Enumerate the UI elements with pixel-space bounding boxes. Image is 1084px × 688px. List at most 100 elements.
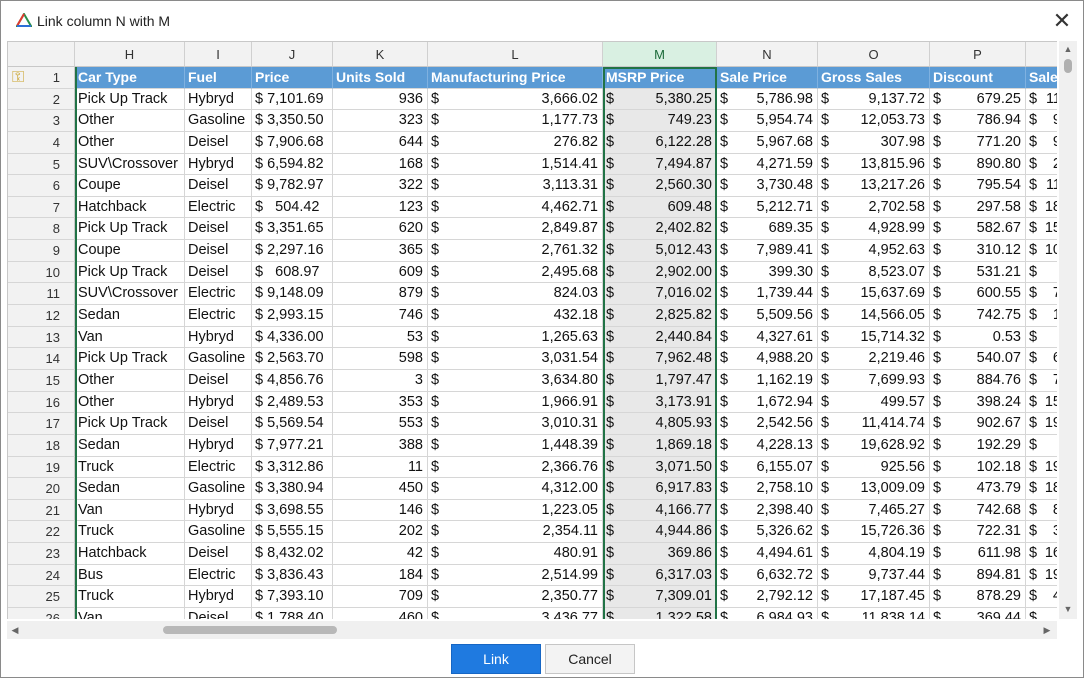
table-cell[interactable]: $ xyxy=(1026,262,1057,284)
table-cell[interactable]: $2,219.46 xyxy=(818,348,930,370)
table-cell[interactable]: $15 xyxy=(1026,218,1057,241)
table-cell[interactable]: $ 2,993.15 xyxy=(252,305,333,327)
table-cell[interactable]: $7 xyxy=(1026,370,1057,392)
table-cell[interactable]: $ 9,148.09 xyxy=(252,283,333,306)
table-cell[interactable]: $ xyxy=(1026,435,1057,457)
table-cell[interactable]: $18 xyxy=(1026,478,1057,500)
link-button[interactable]: Link xyxy=(451,644,541,674)
row-header[interactable]: 15 xyxy=(8,369,75,392)
table-cell[interactable]: $582.67 xyxy=(930,218,1026,241)
table-cell[interactable]: $ 5,569.54 xyxy=(252,413,333,435)
table-cell[interactable]: Hatchback xyxy=(75,196,185,219)
table-cell[interactable]: $2,440.84 xyxy=(603,326,717,349)
table-cell[interactable]: 936 xyxy=(333,88,428,111)
table-cell[interactable]: $15,714.32 xyxy=(818,326,930,349)
table-cell[interactable]: $884.76 xyxy=(930,369,1026,392)
table-cell[interactable]: 879 xyxy=(333,283,428,306)
table-cell[interactable]: $17,187.45 xyxy=(818,586,930,608)
table-cell[interactable]: Hatchback xyxy=(75,543,185,565)
row-header[interactable]: 25 xyxy=(8,586,75,608)
scroll-right-icon[interactable]: ▶ xyxy=(1039,621,1055,639)
table-cell[interactable]: Coupe xyxy=(75,240,185,262)
table-cell[interactable]: $6,155.07 xyxy=(717,456,818,479)
table-cell[interactable]: 388 xyxy=(333,434,428,457)
table-cell[interactable]: $ 3,350.50 xyxy=(252,110,333,132)
table-cell[interactable]: Deisel xyxy=(185,261,252,284)
table-cell[interactable]: $ 7,393.10 xyxy=(252,586,333,608)
table-cell[interactable]: $0.53 xyxy=(930,326,1026,349)
table-cell[interactable]: $6,984.93 xyxy=(717,608,818,619)
table-cell[interactable]: $ 7,101.69 xyxy=(252,88,333,111)
table-cell[interactable]: $2,366.76 xyxy=(428,456,603,479)
table-cell[interactable]: $432.18 xyxy=(428,305,603,327)
table-cell[interactable]: $2 xyxy=(1026,154,1057,176)
table-cell[interactable]: $3,173.91 xyxy=(603,391,717,414)
table-cell[interactable]: Van xyxy=(75,326,185,349)
table-cell[interactable]: $ xyxy=(1026,327,1057,349)
table-cell[interactable]: $4,944.86 xyxy=(603,521,717,544)
table-cell[interactable]: $3,010.31 xyxy=(428,413,603,435)
table-cell[interactable]: Other xyxy=(75,369,185,392)
table-cell[interactable]: $795.54 xyxy=(930,175,1026,197)
row-header[interactable]: 5 xyxy=(8,153,75,176)
table-cell[interactable]: $6,122.28 xyxy=(603,131,717,154)
table-cell[interactable]: $1,514.41 xyxy=(428,153,603,176)
table-cell[interactable]: $276.82 xyxy=(428,131,603,154)
table-cell[interactable]: Sedan xyxy=(75,434,185,457)
table-cell[interactable]: $4,988.20 xyxy=(717,348,818,370)
table-cell[interactable]: $7,494.87 xyxy=(603,153,717,176)
horizontal-scrollbar[interactable]: ◀ ▶ xyxy=(7,621,1057,639)
table-cell[interactable]: $4,805.93 xyxy=(603,413,717,435)
table-cell[interactable]: $609.48 xyxy=(603,196,717,219)
table-cell[interactable]: Electric xyxy=(185,283,252,306)
table-cell[interactable]: $5,212.71 xyxy=(717,196,818,219)
table-cell[interactable]: $6,317.03 xyxy=(603,564,717,587)
table-cell[interactable]: $878.29 xyxy=(930,586,1026,608)
table-cell[interactable]: $2,354.11 xyxy=(428,521,603,544)
table-cell[interactable]: $1,797.47 xyxy=(603,369,717,392)
table-cell[interactable]: 53 xyxy=(333,326,428,349)
row-header[interactable]: 23 xyxy=(8,543,75,565)
table-cell[interactable]: Gasoline xyxy=(185,478,252,500)
table-cell[interactable]: $ 2,563.70 xyxy=(252,348,333,370)
table-cell[interactable]: $7,989.41 xyxy=(717,240,818,262)
table-cell[interactable]: $771.20 xyxy=(930,131,1026,154)
table-cell[interactable]: Electric xyxy=(185,456,252,479)
vertical-scroll-thumb[interactable] xyxy=(1064,59,1072,73)
table-cell[interactable]: $19 xyxy=(1026,413,1057,435)
table-cell[interactable]: $ 1,788.40 xyxy=(252,608,333,619)
table-cell[interactable]: $15,637.69 xyxy=(818,283,930,306)
table-cell[interactable]: $8 xyxy=(1026,500,1057,522)
table-cell[interactable]: $9,737.44 xyxy=(818,564,930,587)
header-cell[interactable]: Gross Sales xyxy=(818,67,930,89)
row-header[interactable]: 11 xyxy=(8,283,75,306)
table-cell[interactable]: $2,398.40 xyxy=(717,499,818,522)
table-cell[interactable]: $102.18 xyxy=(930,456,1026,479)
table-cell[interactable]: 184 xyxy=(333,564,428,587)
header-cell[interactable]: Fuel xyxy=(185,67,252,89)
table-cell[interactable]: Other xyxy=(75,131,185,154)
table-cell[interactable]: $2,902.00 xyxy=(603,261,717,284)
row-header[interactable]: 22 xyxy=(8,521,75,544)
table-cell[interactable]: 644 xyxy=(333,131,428,154)
table-cell[interactable]: $12,053.73 xyxy=(818,110,930,132)
table-cell[interactable]: $5,967.68 xyxy=(717,131,818,154)
table-cell[interactable]: 3 xyxy=(333,369,428,392)
table-cell[interactable]: $13,009.09 xyxy=(818,478,930,500)
table-cell[interactable]: $786.94 xyxy=(930,110,1026,132)
table-cell[interactable]: $1,672.94 xyxy=(717,391,818,414)
table-cell[interactable]: $4,494.61 xyxy=(717,543,818,565)
table-cell[interactable]: Deisel xyxy=(185,131,252,154)
header-cell[interactable]: Sales xyxy=(1026,67,1057,89)
header-cell[interactable]: Units Sold xyxy=(333,67,428,89)
table-cell[interactable]: Sedan xyxy=(75,305,185,327)
table-cell[interactable]: $7,309.01 xyxy=(603,586,717,608)
table-cell[interactable]: $15 xyxy=(1026,392,1057,414)
table-cell[interactable]: $ 8,432.02 xyxy=(252,543,333,565)
table-cell[interactable]: $3,071.50 xyxy=(603,456,717,479)
table-cell[interactable]: Pick Up Track xyxy=(75,261,185,284)
table-cell[interactable]: Deisel xyxy=(185,369,252,392)
table-cell[interactable]: Coupe xyxy=(75,175,185,197)
table-cell[interactable]: $4,312.00 xyxy=(428,478,603,500)
table-cell[interactable]: $5,012.43 xyxy=(603,240,717,262)
